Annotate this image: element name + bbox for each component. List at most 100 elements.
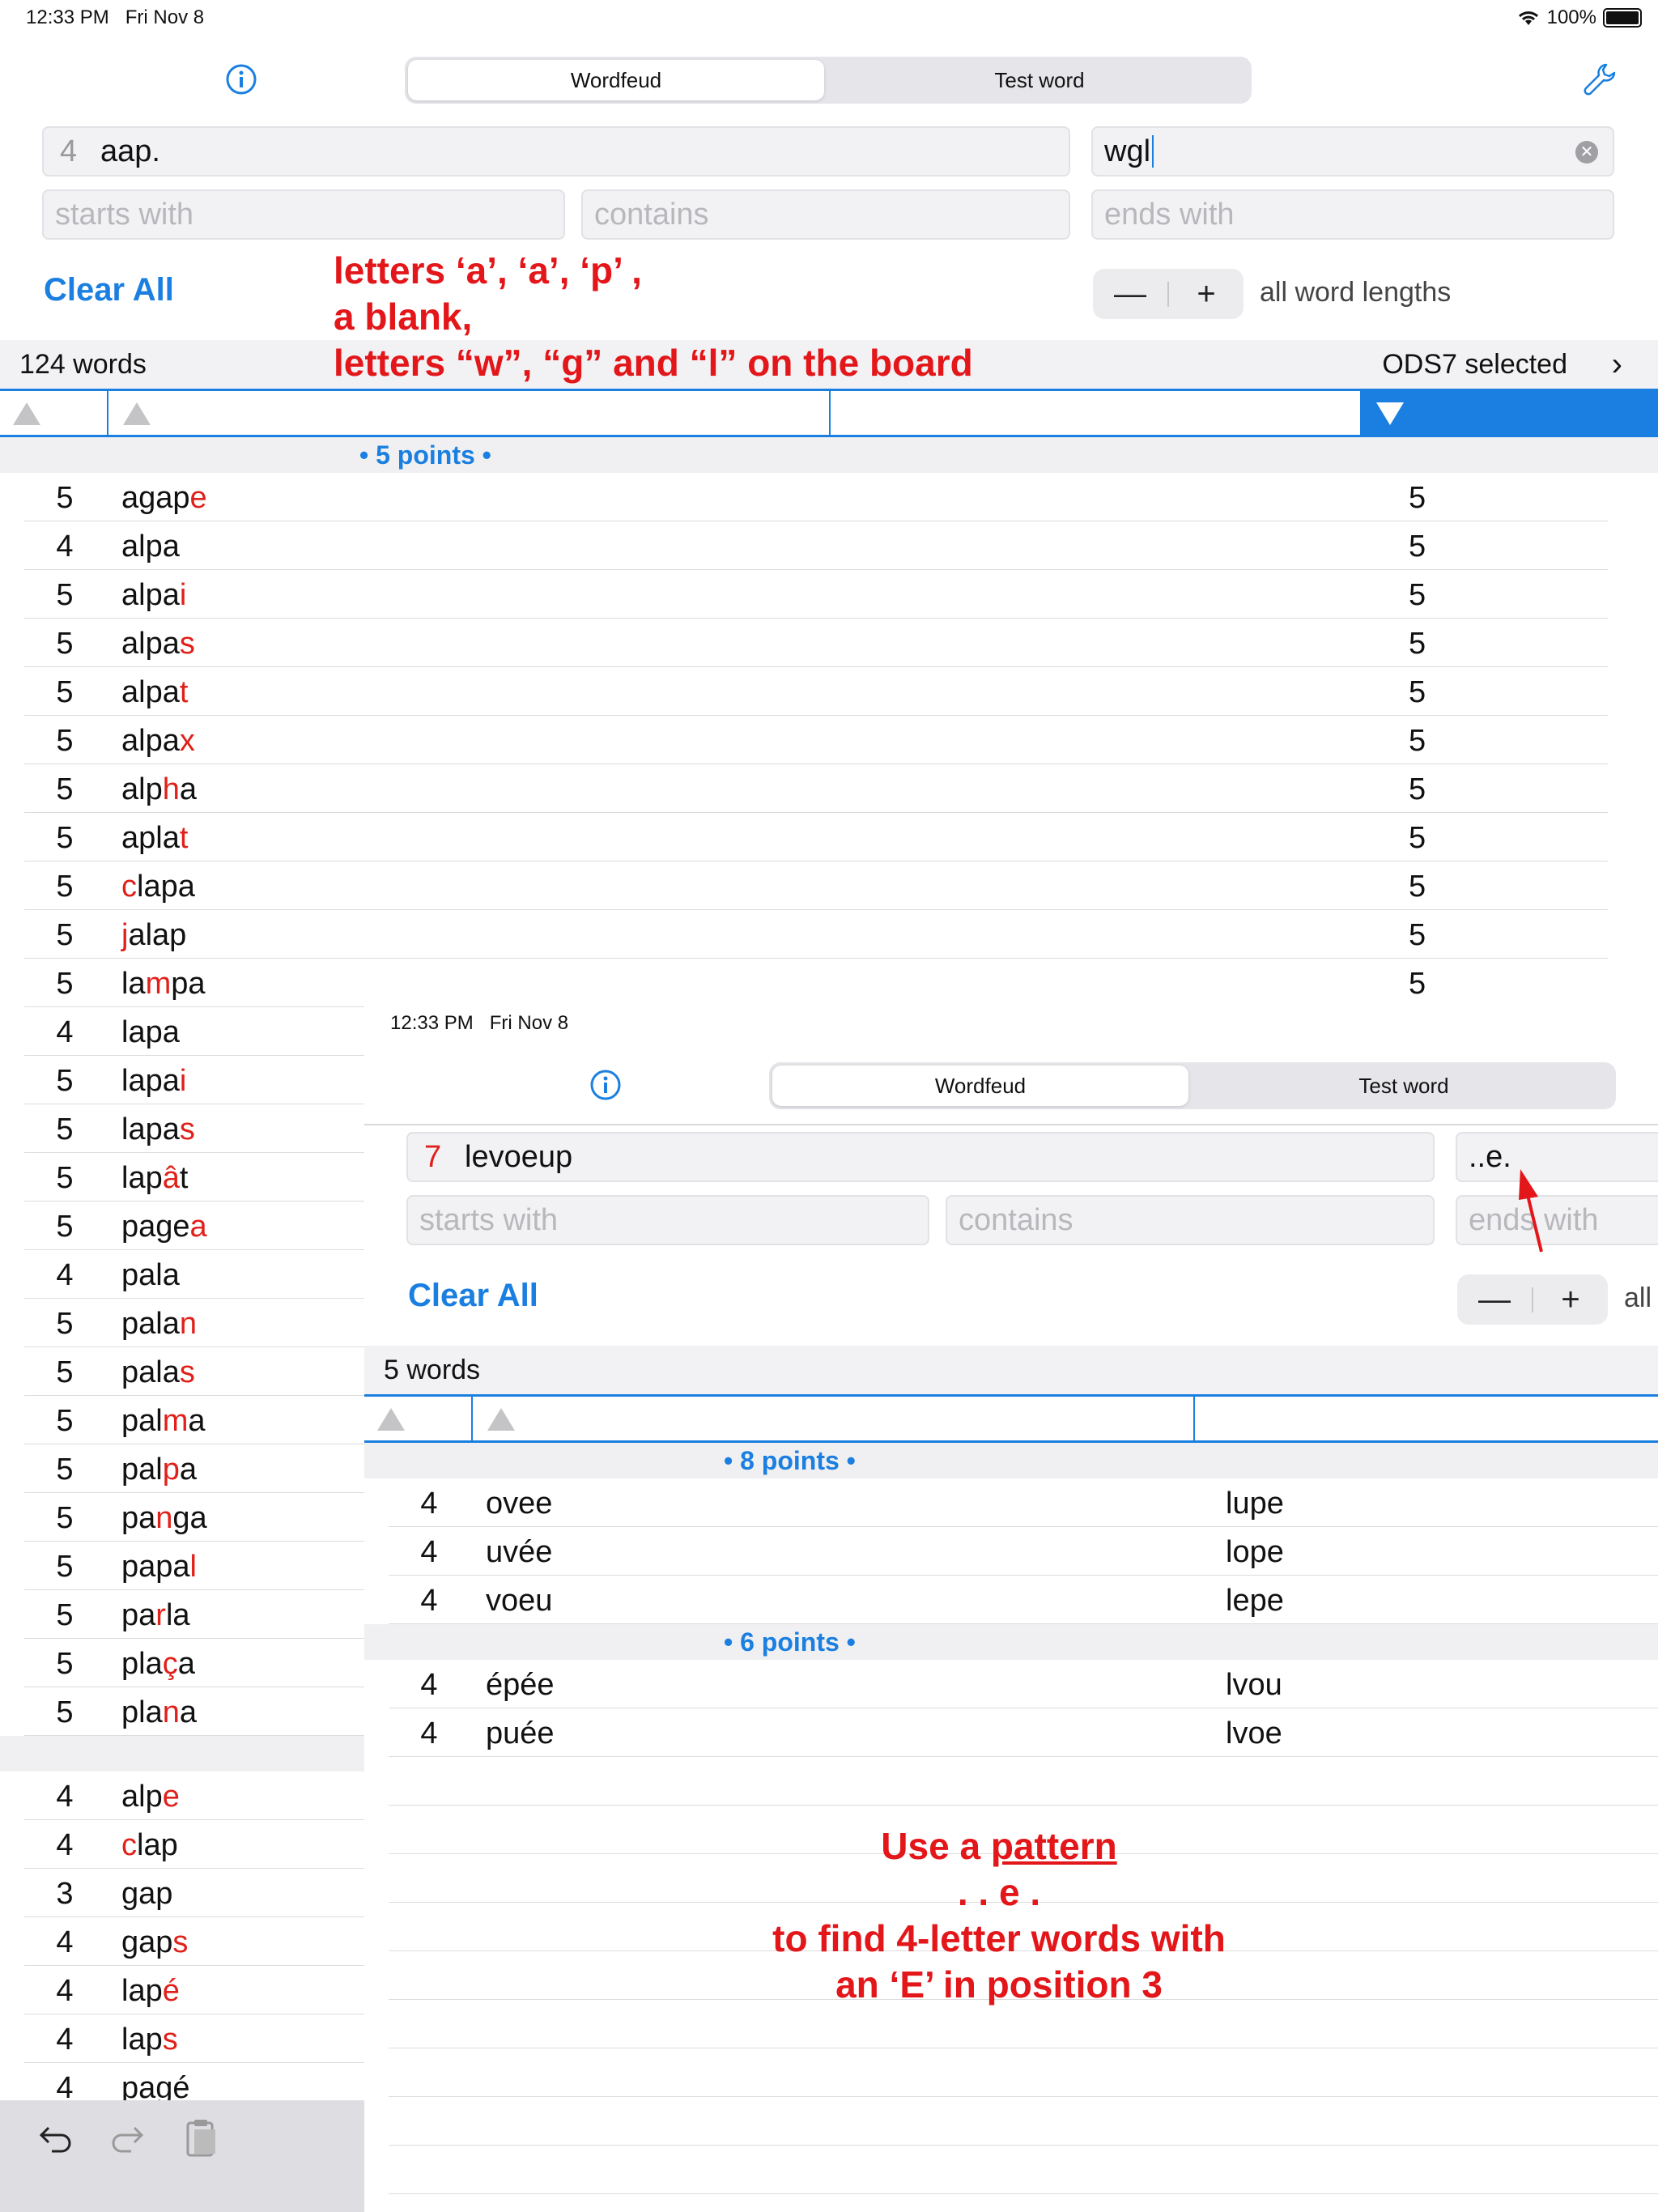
inset-sort-length-icon[interactable] — [377, 1408, 405, 1431]
undo-icon[interactable] — [37, 2120, 74, 2161]
contains-input[interactable]: contains — [581, 189, 1070, 240]
inset-tab-test-word[interactable]: Test word — [1195, 1066, 1613, 1106]
sort-score-icon[interactable] — [1376, 402, 1404, 425]
chevron-right-icon[interactable]: › — [1612, 347, 1622, 383]
table-row[interactable]: 5 panga — [24, 1493, 364, 1542]
inset-row[interactable]: 4 uvée lope — [389, 1527, 1658, 1576]
inset-results-bar: 5 words — [364, 1346, 1658, 1394]
board-letters-input[interactable]: wgl ✕ — [1091, 126, 1614, 177]
table-row[interactable]: 5 jalap 5 — [24, 910, 1608, 959]
battery-icon — [1603, 8, 1642, 28]
empty-row — [389, 1757, 1658, 1806]
table-row[interactable]: 4 lapé — [24, 1966, 364, 2014]
decrement-button[interactable]: — — [1093, 276, 1167, 313]
table-row[interactable]: 5 pagea — [24, 1202, 364, 1250]
bottom-toolbar — [0, 2100, 364, 2212]
table-row[interactable]: 5 alpai 5 — [24, 570, 1608, 619]
table-row[interactable]: 5 lapai — [24, 1056, 364, 1104]
table-row[interactable]: 4 clap — [24, 1820, 364, 1869]
inset-rack-count: 7 — [424, 1139, 442, 1174]
clipboard-icon[interactable] — [183, 2116, 220, 2163]
inset-word-length-label: all — [1624, 1283, 1652, 1313]
empty-row — [389, 2048, 1658, 2097]
status-right: 100% — [1516, 6, 1642, 29]
inset-tab-wordfeud[interactable]: Wordfeud — [772, 1066, 1188, 1106]
table-row[interactable]: 5 alpat 5 — [24, 667, 1608, 716]
inset-starts-with-placeholder: starts with — [419, 1202, 559, 1237]
status-time: 12:33 PM Fri Nov 8 — [26, 6, 205, 28]
inset-row[interactable]: 4 puée lvoe — [389, 1708, 1658, 1757]
inset-starts-with-input[interactable]: starts with — [406, 1195, 929, 1245]
inset-row[interactable]: 4 épée lvou — [389, 1660, 1658, 1708]
mode-segmented-control: Wordfeud Test word — [405, 57, 1252, 104]
empty-row — [389, 2146, 1658, 2194]
ends-with-input[interactable]: ends with — [1091, 189, 1614, 240]
table-row[interactable]: 5 lapât — [24, 1153, 364, 1202]
tab-test-word[interactable]: Test word — [831, 60, 1248, 100]
table-row[interactable]: 5 palpa — [24, 1444, 364, 1493]
table-row[interactable]: 3 gap — [24, 1869, 364, 1917]
inset-info-icon[interactable] — [589, 1069, 622, 1105]
increment-button[interactable]: + — [1169, 276, 1244, 313]
dictionary-selector[interactable]: ODS7 selected — [1382, 349, 1567, 381]
table-row[interactable]: 5 plana — [24, 1687, 364, 1736]
inset-section-6: • 6 points • — [364, 1624, 1658, 1660]
inset-rack-value: levoeup — [465, 1139, 573, 1174]
tab-wordfeud[interactable]: Wordfeud — [408, 60, 824, 100]
inset-contains-placeholder: contains — [959, 1202, 1073, 1237]
rack-count: 4 — [60, 134, 78, 168]
wrench-icon[interactable] — [1582, 62, 1618, 101]
battery-percent: 100% — [1546, 6, 1596, 28]
starts-with-placeholder: starts with — [55, 197, 194, 232]
inset-clear-all-button[interactable]: Clear All — [408, 1278, 538, 1314]
redo-icon[interactable] — [108, 2120, 146, 2161]
table-row[interactable]: 5 alpha 5 — [24, 764, 1608, 813]
table-row[interactable]: 4 laps — [24, 2014, 364, 2063]
table-row[interactable]: 5 palma — [24, 1396, 364, 1444]
inset-length-stepper: — + — [1457, 1274, 1608, 1325]
table-row[interactable]: 4 gaps — [24, 1917, 364, 1966]
table-row[interactable]: 5 parla — [24, 1590, 364, 1639]
table-row[interactable]: 4 lapa — [24, 1007, 364, 1056]
wifi-icon — [1518, 11, 1538, 25]
inset-increment-button[interactable]: + — [1533, 1282, 1608, 1318]
inset-rack-input[interactable]: 7 levoeup — [406, 1132, 1435, 1182]
table-row[interactable]: 5 lapas — [24, 1104, 364, 1153]
table-row[interactable]: 5 alpax 5 — [24, 716, 1608, 764]
sort-length-icon[interactable] — [13, 402, 40, 425]
rack-input[interactable]: 4 aap. — [42, 126, 1070, 177]
arrow-icon — [1519, 1169, 1543, 1253]
table-row[interactable]: 4 alpa 5 — [24, 521, 1608, 570]
clear-field-icon[interactable]: ✕ — [1575, 141, 1598, 164]
annotation-letters: letters ‘a’, ‘a’, ‘p’ , a blank, letters… — [334, 249, 973, 384]
info-icon[interactable] — [225, 63, 257, 100]
clear-all-button[interactable]: Clear All — [44, 272, 174, 308]
table-row[interactable]: 5 agape 5 — [24, 473, 1608, 521]
inset-status-time: 12:33 PM Fri Nov 8 — [390, 1012, 569, 1034]
table-row[interactable]: 5 clapa 5 — [24, 861, 1608, 910]
inset-sort-header — [364, 1394, 1658, 1443]
inset-contains-input[interactable]: contains — [946, 1195, 1435, 1245]
inset-mode-segmented-control: Wordfeud Test word — [769, 1062, 1616, 1109]
table-row[interactable]: 5 lampa 5 — [24, 959, 1608, 1007]
word-length-label: all word lengths — [1260, 277, 1452, 308]
inset-decrement-button[interactable]: — — [1457, 1282, 1532, 1318]
inset-row[interactable]: 4 ovee lupe — [389, 1478, 1658, 1527]
starts-with-input[interactable]: starts with — [42, 189, 565, 240]
inset-section-8: • 8 points • — [364, 1443, 1658, 1478]
annotation-pattern: Use a pattern . . e . to find 4-letter w… — [772, 1825, 1226, 2006]
word-count: 124 words — [19, 348, 147, 380]
section-header-2 — [0, 1736, 364, 1772]
table-row[interactable]: 4 pala — [24, 1250, 364, 1299]
table-row[interactable]: 5 plaça — [24, 1639, 364, 1687]
sort-word-icon[interactable] — [123, 402, 151, 425]
table-row[interactable]: 5 palas — [24, 1347, 364, 1396]
table-row[interactable]: 5 palan — [24, 1299, 364, 1347]
table-row[interactable]: 5 alpas 5 — [24, 619, 1608, 667]
inset-word-count: 5 words — [384, 1354, 481, 1385]
table-row[interactable]: 4 alpe — [24, 1772, 364, 1820]
inset-sort-word-icon[interactable] — [487, 1408, 515, 1431]
inset-row[interactable]: 4 voeu lepe — [389, 1576, 1658, 1624]
table-row[interactable]: 5 papal — [24, 1542, 364, 1590]
table-row[interactable]: 5 aplat 5 — [24, 813, 1608, 861]
